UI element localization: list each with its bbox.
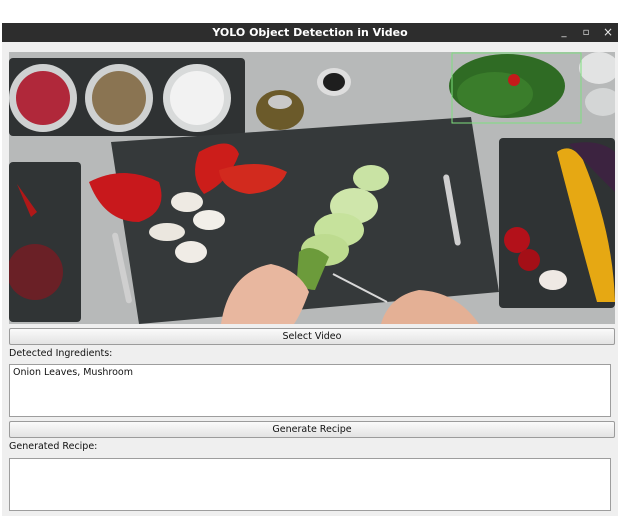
window-title: YOLO Object Detection in Video [212, 26, 408, 39]
select-video-button[interactable]: Select Video [9, 328, 615, 345]
minimize-icon[interactable]: _ [556, 23, 572, 42]
video-frame [9, 52, 615, 324]
generate-recipe-button[interactable]: Generate Recipe [9, 421, 615, 438]
maximize-icon[interactable]: ▫ [578, 23, 594, 42]
title-bar: YOLO Object Detection in Video _ ▫ × [2, 23, 618, 42]
video-frame-image [9, 52, 615, 324]
detected-ingredients-label: Detected Ingredients: [9, 348, 113, 359]
generated-recipe-label: Generated Recipe: [9, 441, 98, 452]
app-window: YOLO Object Detection in Video _ ▫ × Sel… [2, 23, 618, 516]
detected-ingredients-field[interactable]: Onion Leaves, Mushroom [9, 364, 611, 417]
close-icon[interactable]: × [600, 23, 616, 42]
generated-recipe-field[interactable] [9, 458, 611, 511]
